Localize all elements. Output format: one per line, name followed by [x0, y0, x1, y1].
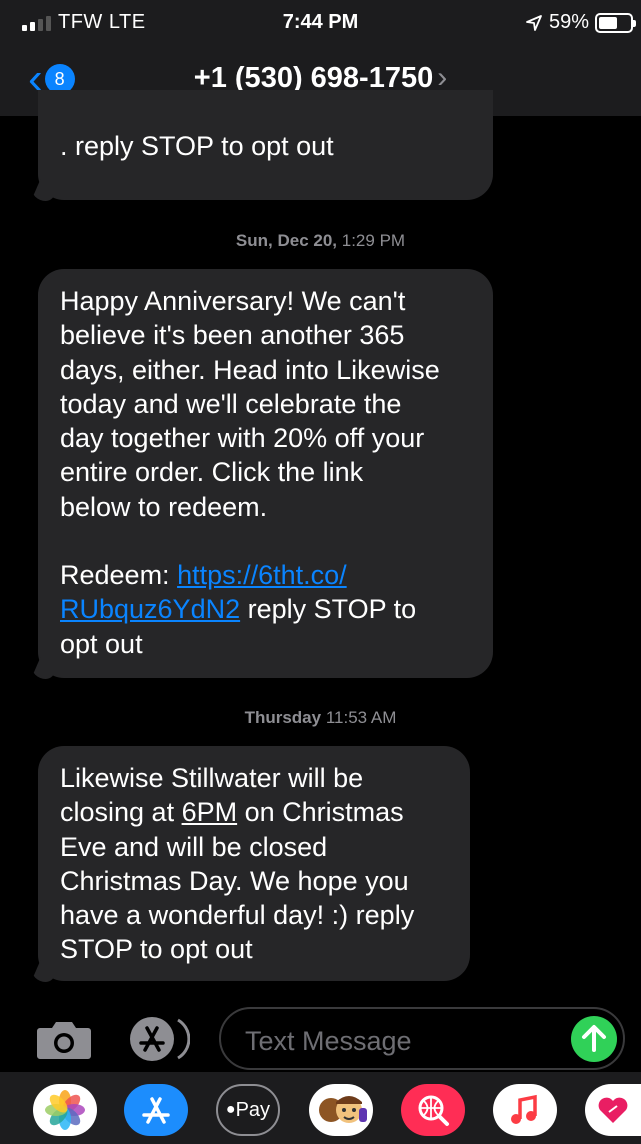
bubble-tail — [31, 179, 55, 201]
timestamp-time: 11:53 AM — [321, 708, 397, 727]
message-line: below to redeem. — [60, 491, 268, 522]
opt-out-text: reply STOP to — [240, 594, 417, 625]
digital-touch-app-icon[interactable] — [585, 1084, 641, 1136]
photos-icon — [45, 1090, 85, 1130]
message-bubble[interactable]: Likewise Stillwater will be closing at 6… — [31, 746, 470, 982]
apple-pay-app-icon[interactable]: ● Pay — [216, 1084, 280, 1136]
timestamp-day: Sun, Dec 20, — [235, 231, 338, 250]
imessage-app-drawer: ● Pay — [0, 1072, 641, 1144]
camera-icon[interactable] — [36, 1018, 92, 1060]
location-arrow-icon — [526, 14, 542, 31]
memoji-icon — [319, 1096, 367, 1123]
message-line: today and we'll celebrate the — [60, 388, 402, 419]
message-line: day together with 20% off your — [60, 423, 425, 454]
message-input[interactable]: Text Message — [219, 1007, 625, 1070]
message-thread[interactable]: . reply STOP to opt out Sun, Dec 20, 1:2… — [0, 90, 641, 996]
photos-app-icon[interactable] — [33, 1084, 97, 1136]
message-bubble[interactable]: Happy Anniversary! We can't believe it's… — [31, 269, 493, 679]
message-line: STOP to opt out — [60, 934, 253, 965]
timestamp-time: 1:29 PM — [337, 231, 406, 250]
composer-bar: Text Message — [0, 1004, 641, 1070]
globe-search-icon — [418, 1095, 449, 1126]
time-detected-link[interactable]: 6PM — [182, 797, 238, 827]
message-line: closing at 6PM on Christmas — [60, 795, 448, 829]
redeem-link-part1[interactable]: https://6tht.co/ — [177, 560, 347, 590]
arrow-up-icon — [582, 1025, 606, 1052]
message-line: Redeem: https://6tht.co/ — [60, 558, 471, 592]
app-store-icon — [142, 1097, 170, 1124]
apple-pay-label: Pay — [235, 1098, 271, 1121]
message-line: . reply STOP to opt out — [60, 131, 334, 161]
message-line: Christmas Day. We hope you — [60, 865, 409, 896]
timestamp: Thursday 11:53 AM — [0, 708, 641, 728]
message-line: RUbquz6YdN2 reply STOP to — [60, 592, 471, 626]
bubble-tail — [31, 657, 55, 679]
battery-icon — [595, 12, 636, 33]
message-line: Likewise Stillwater will be — [60, 763, 364, 793]
message-line: entire order. Click the link — [60, 457, 364, 488]
heart-icon — [598, 1097, 628, 1123]
image-search-app-icon[interactable] — [401, 1084, 465, 1136]
battery-status: 59% — [525, 11, 636, 34]
message-text: closing at — [60, 797, 182, 828]
redeem-label: Redeem: — [60, 560, 178, 591]
message-line: have a wonderful day! :) reply — [60, 900, 415, 931]
timestamp: Sun, Dec 20, 1:29 PM — [0, 231, 641, 251]
message-line: believe it's been another 365 — [60, 320, 405, 351]
message-line: Eve and will be closed — [60, 831, 328, 862]
music-app-icon[interactable] — [493, 1084, 557, 1136]
message-line: opt out — [60, 628, 143, 659]
bubble-tail — [31, 960, 55, 982]
battery-percent: 59% — [548, 11, 589, 33]
app-store-app-icon[interactable] — [124, 1084, 188, 1136]
memoji-app-icon[interactable] — [309, 1084, 373, 1136]
send-button[interactable] — [571, 1016, 617, 1062]
battery-fill — [599, 16, 617, 29]
message-text: on Christmas — [237, 797, 404, 828]
message-bubble[interactable]: . reply STOP to opt out — [31, 90, 493, 201]
apple-logo-icon: ● — [225, 1101, 236, 1118]
status-bar: TFW LTE 7:44 PM 59% — [0, 8, 641, 38]
message-line: days, either. Head into Likewise — [60, 354, 440, 385]
timestamp-day: Thursday — [244, 708, 322, 727]
app-store-drawer-icon[interactable] — [128, 1016, 190, 1062]
message-line: Happy Anniversary! We can't — [60, 286, 406, 316]
music-icon — [511, 1094, 537, 1124]
redeem-link-part2[interactable]: RUbquz6YdN2 — [60, 594, 240, 624]
message-input-placeholder: Text Message — [245, 1026, 412, 1056]
